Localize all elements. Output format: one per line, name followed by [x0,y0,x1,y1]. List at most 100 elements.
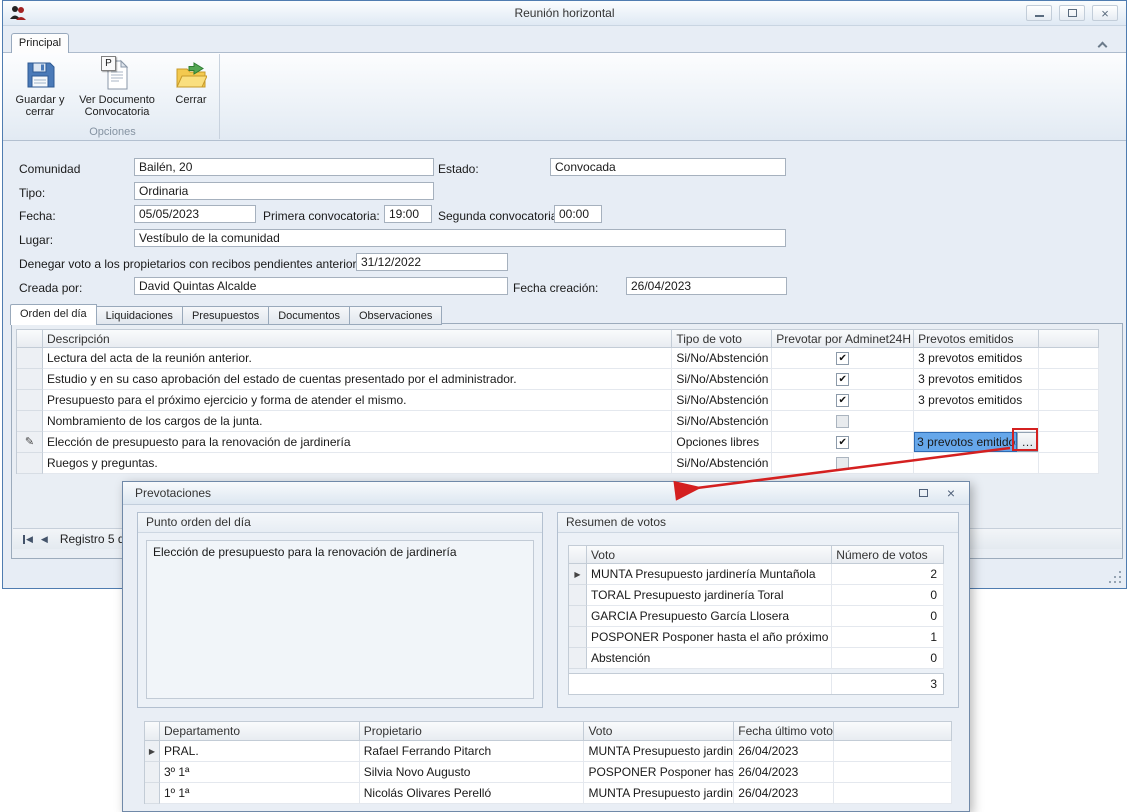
table-row[interactable]: Abstención 0 [569,648,944,669]
header-prevotos[interactable]: Prevotos emitidos [914,329,1039,348]
cell-prevotos[interactable]: 3 prevotos emitidos [914,348,1039,369]
denegar-voto-field[interactable]: 31/12/2022 [356,253,508,271]
cell-prevotar[interactable]: ✔ [772,348,914,369]
tab-orden-del-dia[interactable]: Orden del día [10,304,97,325]
punto-orden-memo[interactable]: Elección de presupuesto para la renovaci… [146,540,534,699]
cell-numero[interactable]: 0 [832,585,944,606]
cell-prevotar[interactable] [772,411,914,432]
ellipsis-button[interactable]: … [1017,432,1038,452]
cell-descripcion[interactable]: Lectura del acta de la reunión anterior. [43,348,672,369]
primera-convocatoria-field[interactable]: 19:00 [384,205,432,223]
prevotos-selected-text[interactable]: 3 prevotos emitidos [914,432,1017,452]
table-row[interactable]: TORAL Presupuesto jardinería Toral 0 [569,585,944,606]
cell-prevotos-editing[interactable]: 3 prevotos emitidos … [914,432,1039,453]
table-row[interactable]: Presupuesto para el próximo ejercicio y … [17,390,1099,411]
table-row-selected[interactable]: ✎ Elección de presupuesto para la renova… [17,432,1099,453]
cell-tipo-voto[interactable]: Opciones libres [672,432,772,453]
tipo-field[interactable]: Ordinaria [134,182,434,200]
cell-propietario[interactable]: Nicolás Olivares Perelló [360,783,585,804]
header-voto[interactable]: Voto [584,721,734,741]
header-voto[interactable]: Voto [587,545,832,564]
prevotar-checkbox[interactable] [836,457,849,470]
cell-prevotos[interactable] [914,453,1039,474]
cell-voto[interactable]: MUNTA Presupuesto jardin... [584,741,734,762]
table-row[interactable]: 1º 1ª Nicolás Olivares Perelló MUNTA Pre… [145,783,952,804]
minimize-button[interactable] [1026,5,1052,21]
tab-presupuestos[interactable]: Presupuestos [183,306,269,325]
cell-numero[interactable]: 2 [832,564,944,585]
cell-descripcion[interactable]: Presupuesto para el próximo ejercicio y … [43,390,672,411]
tab-liquidaciones[interactable]: Liquidaciones [97,306,183,325]
cell-prevotos[interactable] [914,411,1039,432]
cell-descripcion[interactable]: Ruegos y preguntas. [43,453,672,474]
table-row[interactable]: Lectura del acta de la reunión anterior.… [17,348,1099,369]
cell-departamento[interactable]: PRAL. [160,741,360,762]
estado-field[interactable]: Convocada [550,158,786,176]
header-departamento[interactable]: Departamento [160,721,360,741]
table-row[interactable]: Ruegos y preguntas. Si/No/Abstención [17,453,1099,474]
view-document-button[interactable]: Ver Documento Convocatoria [72,57,162,125]
prevotar-checkbox[interactable]: ✔ [836,373,849,386]
cell-prevotar[interactable]: ✔ [772,432,914,453]
cell-descripcion[interactable]: Nombramiento de los cargos de la junta. [43,411,672,432]
prevotar-checkbox[interactable] [836,415,849,428]
table-row-selected[interactable]: ▶ PRAL. Rafael Ferrando Pitarch MUNTA Pr… [145,741,952,762]
cell-voto[interactable]: Abstención [587,648,832,669]
creada-por-field[interactable]: David Quintas Alcalde [134,277,508,295]
table-row[interactable]: GARCIA Presupuesto García Llosera 0 [569,606,944,627]
cell-numero[interactable]: 0 [832,606,944,627]
table-row[interactable]: Nombramiento de los cargos de la junta. … [17,411,1099,432]
cell-propietario[interactable]: Rafael Ferrando Pitarch [360,741,585,762]
cell-prevotar[interactable] [772,453,914,474]
dialog-close-button[interactable]: × [943,486,959,500]
header-numero-votos[interactable]: Número de votos [832,545,944,564]
header-propietario[interactable]: Propietario [360,721,585,741]
cell-propietario[interactable]: Silvia Novo Augusto [360,762,585,783]
dialog-restore-button[interactable] [915,486,931,500]
cell-descripcion[interactable]: Estudio y en su caso aprobación del esta… [43,369,672,390]
segunda-convocatoria-field[interactable]: 00:00 [554,205,602,223]
cell-prevotos[interactable]: 3 prevotos emitidos [914,369,1039,390]
restore-button[interactable] [1059,5,1085,21]
cell-voto[interactable]: MUNTA Presupuesto jardinería Muntañola [587,564,832,585]
ribbon-tab-principal[interactable]: Principal [11,33,69,53]
header-tipo-voto[interactable]: Tipo de voto [672,329,772,348]
prevotar-checkbox[interactable]: ✔ [836,436,849,449]
save-close-button[interactable]: Guardar y cerrar [12,57,68,125]
comunidad-field[interactable]: Bailén, 20 [134,158,434,176]
first-record-button[interactable]: ◀ [23,534,33,545]
cell-departamento[interactable]: 3º 1ª [160,762,360,783]
cell-descripcion[interactable]: Elección de presupuesto para la renovaci… [43,432,672,453]
cell-voto[interactable]: MUNTA Presupuesto jardin... [584,783,734,804]
cerrar-button[interactable]: Cerrar [166,57,216,125]
fecha-creacion-field[interactable]: 26/04/2023 [626,277,787,295]
cell-tipo-voto[interactable]: Si/No/Abstención [672,453,772,474]
cell-fecha[interactable]: 26/04/2023 [734,741,834,762]
prev-record-button[interactable]: ◀ [41,534,48,545]
cell-voto[interactable]: POSPONER Posponer hasta el año próximo [587,627,832,648]
fecha-field[interactable]: 05/05/2023 [134,205,256,223]
cell-prevotar[interactable]: ✔ [772,369,914,390]
cell-tipo-voto[interactable]: Si/No/Abstención [672,390,772,411]
cell-voto[interactable]: GARCIA Presupuesto García Llosera [587,606,832,627]
table-row[interactable]: POSPONER Posponer hasta el año próximo 1 [569,627,944,648]
table-row-selected[interactable]: ▶ MUNTA Presupuesto jardinería Muntañola… [569,564,944,585]
cell-prevotar[interactable]: ✔ [772,390,914,411]
prevotar-checkbox[interactable]: ✔ [836,352,849,365]
header-fecha-ultimo-voto[interactable]: Fecha último voto [734,721,834,741]
prevotar-checkbox[interactable]: ✔ [836,394,849,407]
cell-voto[interactable]: TORAL Presupuesto jardinería Toral [587,585,832,606]
collapse-ribbon-icon[interactable] [1094,38,1110,52]
cell-tipo-voto[interactable]: Si/No/Abstención [672,348,772,369]
table-row[interactable]: 3º 1ª Silvia Novo Augusto POSPONER Pospo… [145,762,952,783]
table-row[interactable]: Estudio y en su caso aprobación del esta… [17,369,1099,390]
cell-fecha[interactable]: 26/04/2023 [734,783,834,804]
cell-fecha[interactable]: 26/04/2023 [734,762,834,783]
cell-tipo-voto[interactable]: Si/No/Abstención [672,411,772,432]
resize-grip[interactable] [1108,570,1121,583]
tab-observaciones[interactable]: Observaciones [350,306,442,325]
cell-prevotos[interactable]: 3 prevotos emitidos [914,390,1039,411]
header-prevotar[interactable]: Prevotar por Adminet24H [772,329,914,348]
close-button[interactable]: × [1092,5,1118,21]
header-descripcion[interactable]: Descripción [43,329,672,348]
